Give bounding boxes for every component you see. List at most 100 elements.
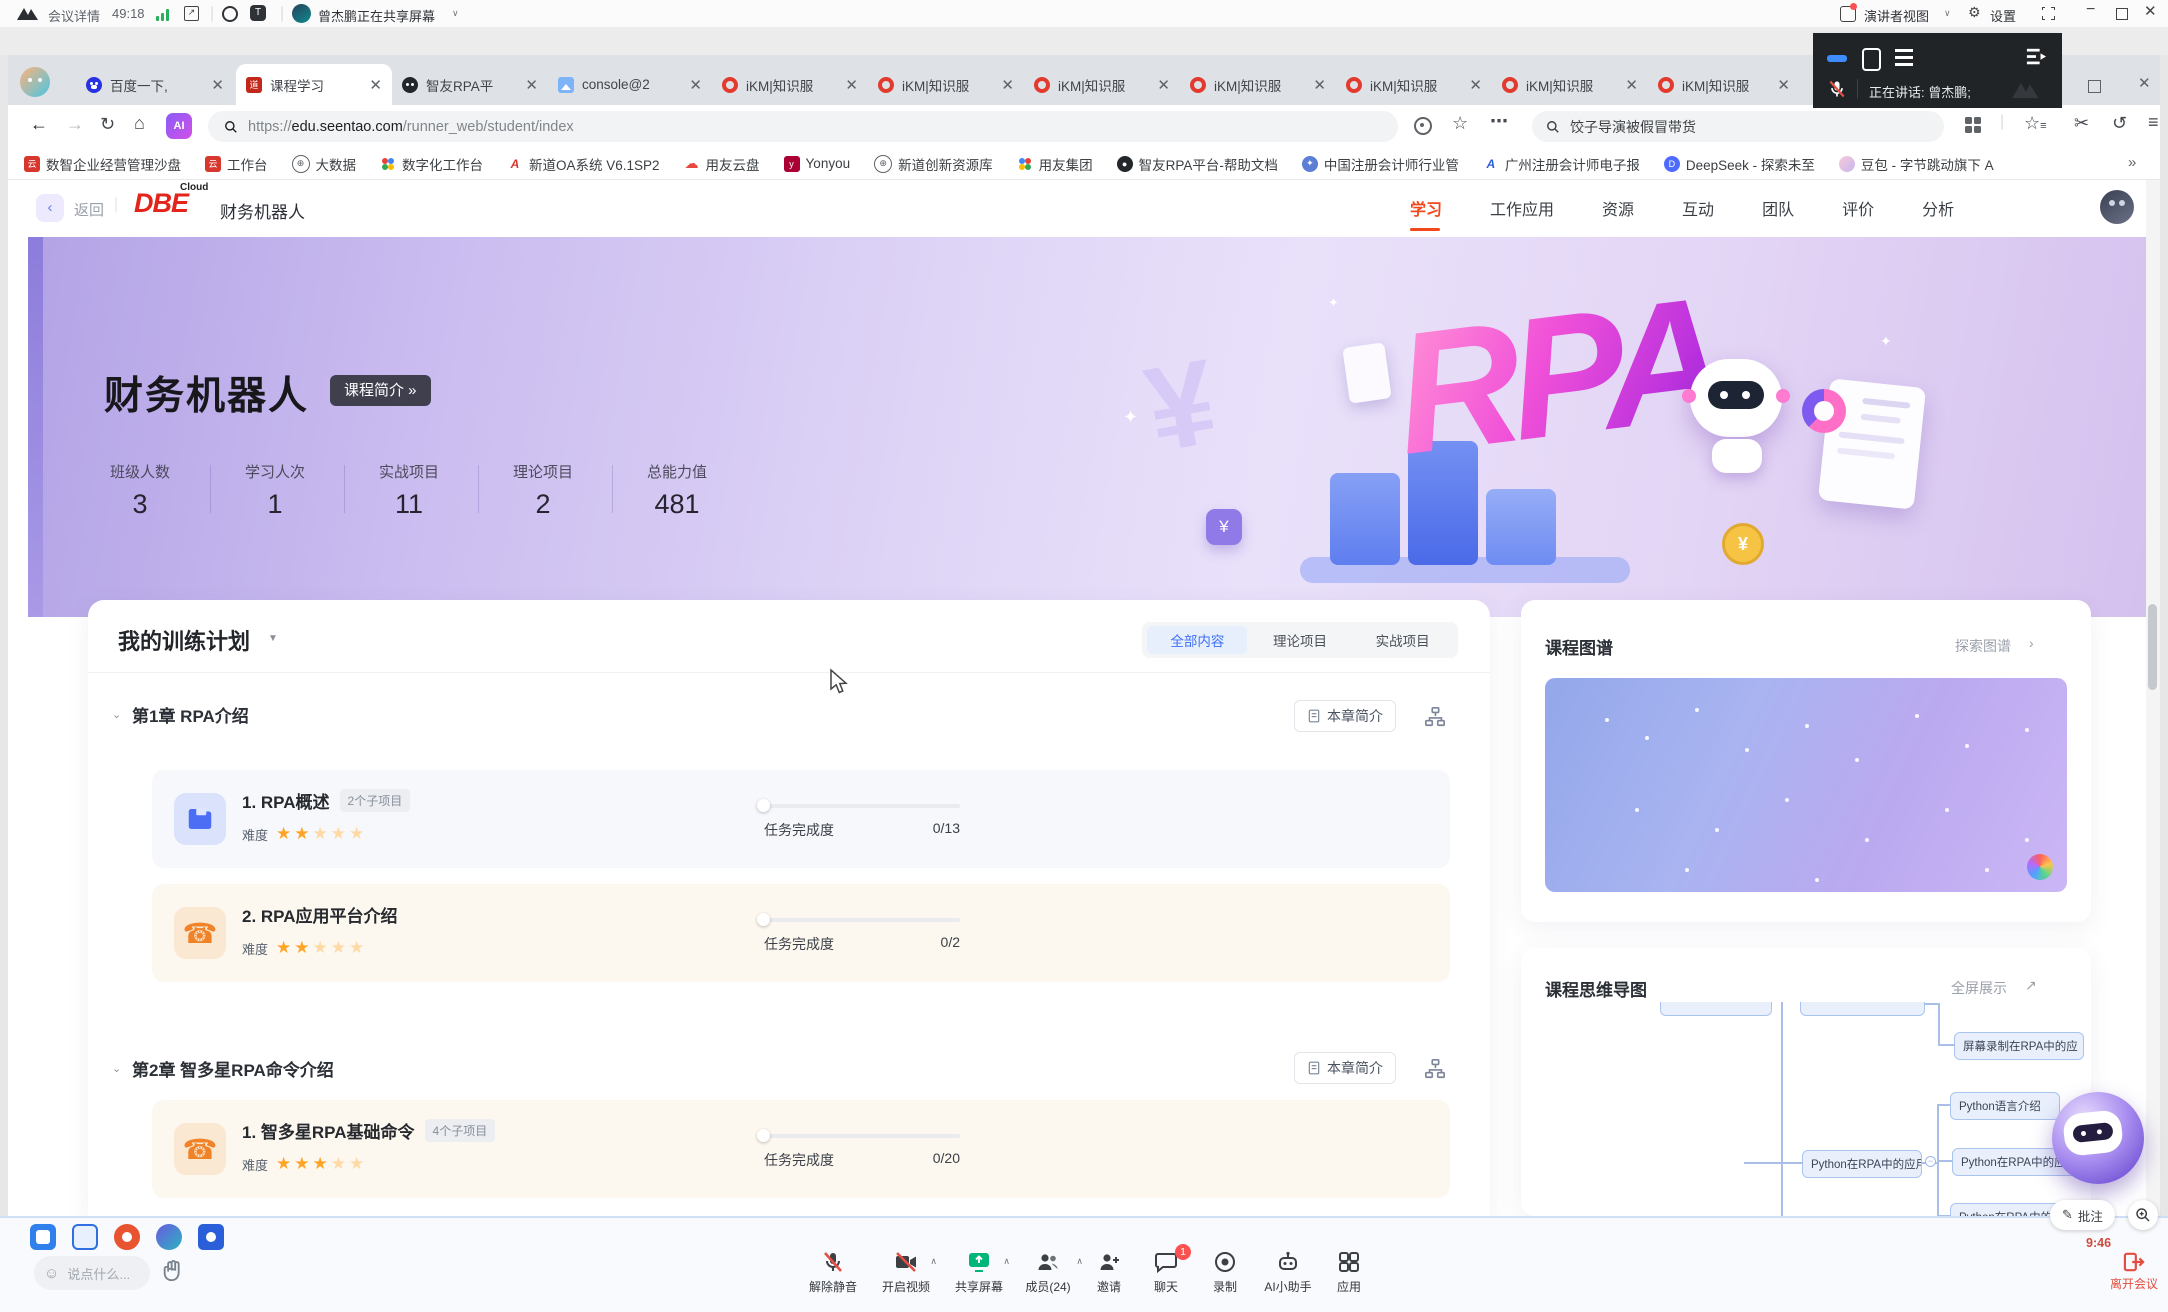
more-options-icon[interactable]: ⋯ (1490, 111, 1508, 132)
home-icon[interactable]: ⌂ (134, 113, 145, 134)
taskbar-app-icon[interactable] (72, 1224, 98, 1250)
close-tab-icon[interactable]: ✕ (211, 76, 224, 94)
nav-resources[interactable]: 资源 (1602, 196, 1634, 220)
back-icon[interactable]: ← (30, 114, 48, 135)
tab-rpa[interactable]: 智友RPA平✕ (392, 64, 548, 105)
close-tab-icon[interactable]: ✕ (689, 76, 702, 94)
pop-out-icon[interactable]: ↗ (184, 6, 199, 21)
bookmark-item[interactable]: 云数智企业经营管理沙盘 (24, 154, 181, 174)
fullscreen-link[interactable]: 全屏展示 (1951, 978, 2007, 998)
tab-course-active[interactable]: 道 课程学习✕ (236, 64, 392, 105)
bookmark-item[interactable]: DDeepSeek - 探索未至 (1664, 154, 1815, 174)
unmute-button[interactable]: 解除静音 (798, 1250, 868, 1295)
meeting-chat-input[interactable]: ☺ 说点什么... (34, 1256, 150, 1290)
close-tab-icon[interactable]: ✕ (1777, 76, 1790, 94)
taskbar-app-icon[interactable] (114, 1224, 140, 1250)
apps-grid-icon[interactable] (1964, 116, 1982, 134)
taskbar-app-icon[interactable] (156, 1224, 182, 1250)
quick-search-box[interactable]: 饺子导演被假冒带货 (1532, 111, 1944, 142)
list-layout-icon[interactable] (1895, 49, 1913, 52)
settings-button[interactable]: 设置 (1990, 6, 2016, 25)
close-tab-icon[interactable]: ✕ (1313, 76, 1326, 94)
nav-evaluation[interactable]: 评价 (1842, 196, 1874, 220)
record-button[interactable]: 录制 (1190, 1250, 1260, 1295)
chapter-intro-button[interactable]: 本章简介 (1294, 1052, 1396, 1084)
bookmark-item[interactable]: 数字化工作台 (380, 154, 483, 174)
speaker-view-button[interactable]: 演讲者视图 (1864, 6, 1929, 25)
user-avatar[interactable] (2100, 190, 2134, 224)
chevron-down-icon[interactable]: ▼ (268, 633, 278, 644)
tab-ikm[interactable]: iKM|知识服✕ (868, 64, 1024, 105)
emoji-icon[interactable]: ☺ (44, 1265, 59, 1282)
collapse-node-icon[interactable]: − (1925, 1156, 1936, 1167)
filter-all[interactable]: 全部内容 (1147, 626, 1247, 654)
explore-graph-link[interactable]: 探索图谱 (1955, 636, 2011, 656)
close-icon[interactable]: ✕ (2144, 2, 2157, 20)
chapter-intro-button[interactable]: 本章简介 (1294, 700, 1396, 732)
mindmap-node[interactable]: Python语言介绍 (1950, 1092, 2060, 1120)
bookmark-item[interactable]: ✦中国注册会计师行业管 (1302, 154, 1459, 174)
sitemap-icon[interactable] (1424, 706, 1446, 728)
page-scrollbar-thumb[interactable] (2148, 604, 2157, 690)
bookmark-item[interactable]: 云工作台 (205, 154, 268, 174)
course-item-card[interactable]: ☎ 2. RPA应用平台介绍 难度★★★★★ 任务完成度 0/2 (152, 884, 1450, 982)
course-item-card[interactable]: ☎ 1. 智多星RPA基础命令4个子项目 难度★★★★★ 任务完成度 0/20 (152, 1100, 1450, 1198)
maximize-icon[interactable] (2116, 8, 2128, 20)
filter-theory[interactable]: 理论项目 (1250, 626, 1350, 654)
nav-interaction[interactable]: 互动 (1682, 196, 1714, 220)
back-label[interactable]: 返回 (74, 199, 104, 220)
sitemap-icon[interactable] (1424, 1058, 1446, 1080)
taskbar-app-icon[interactable] (30, 1224, 56, 1250)
ai-mascot-robot[interactable] (2052, 1092, 2144, 1184)
share-screen-button[interactable]: ∧ 共享屏幕 (944, 1250, 1014, 1295)
bookmark-item[interactable]: A广州注册会计师电子报 (1483, 154, 1640, 174)
leave-meeting-button[interactable]: 离开会议 (2106, 1252, 2162, 1292)
menu-icon[interactable]: ≡ (2148, 112, 2159, 133)
close-tab-icon[interactable]: ✕ (1625, 76, 1638, 94)
course-item-card[interactable]: 1. RPA概述2个子项目 难度★★★★★ 任务完成度 0/13 (152, 770, 1450, 868)
fullscreen-icon[interactable] (2042, 7, 2055, 20)
tab-ikm[interactable]: iKM|知识服✕ (1024, 64, 1180, 105)
history-undo-icon[interactable]: ↺ (2112, 113, 2127, 134)
nav-analysis[interactable]: 分析 (1922, 196, 1954, 220)
bookmark-star-icon[interactable]: ☆ (1452, 113, 1468, 134)
close-tab-icon[interactable]: ✕ (1157, 76, 1170, 94)
back-button[interactable]: ‹ (36, 194, 64, 222)
expand-icon[interactable]: ↗ (2025, 977, 2037, 994)
close-tab-icon[interactable]: ✕ (845, 76, 858, 94)
ai-assistant-button[interactable]: AI (166, 113, 192, 139)
members-button[interactable]: ∧ 成员(24) (1013, 1250, 1083, 1295)
bookmark-item[interactable]: yYonyou (784, 156, 851, 172)
bookmark-item[interactable]: ⊕大数据 (292, 154, 357, 174)
tab-baidu[interactable]: 百度一下,✕ (76, 64, 234, 105)
chevron-up-icon[interactable]: ∧ (930, 1256, 937, 1267)
page-scrollbar-track[interactable] (2146, 180, 2160, 1216)
chevron-up-icon[interactable]: ∧ (1003, 1256, 1010, 1267)
browser-profile-avatar[interactable] (20, 67, 50, 97)
start-video-button[interactable]: ∧ 开启视频 (871, 1250, 941, 1295)
tab-ikm[interactable]: iKM|知识服✕ (1492, 64, 1648, 105)
meeting-details-button[interactable]: 会议详情 (48, 6, 100, 25)
chapter-collapse-icon[interactable]: ⌄ (112, 708, 121, 721)
tab-ikm[interactable]: iKM|知识服✕ (1648, 64, 1800, 105)
record-icon[interactable] (222, 6, 238, 22)
mind-map-canvas[interactable]: 屏幕录制在RPA中的应 Python在RPA中的应用 Python语言介绍 Py… (1521, 1002, 2091, 1216)
close-tab-icon[interactable]: ✕ (1001, 76, 1014, 94)
browser-close-icon[interactable]: ✕ (2138, 74, 2151, 92)
translate-icon[interactable]: T (250, 5, 266, 21)
nav-team[interactable]: 团队 (1762, 196, 1794, 220)
annotate-button[interactable]: ✎ 批注 (2050, 1200, 2115, 1230)
tab-ikm[interactable]: iKM|知识服✕ (1180, 64, 1336, 105)
graph-preview-image[interactable] (1545, 678, 2067, 892)
chapter-collapse-icon[interactable]: ⌄ (112, 1062, 121, 1075)
tab-ikm[interactable]: iKM|知识服✕ (712, 64, 868, 105)
favorites-list-icon[interactable]: ☆≡ (2024, 113, 2047, 134)
bookmark-item[interactable]: ☁用友云盘 (684, 154, 760, 174)
nav-work-apps[interactable]: 工作应用 (1490, 196, 1554, 220)
zoom-button[interactable] (2128, 1200, 2158, 1230)
bookmark-item[interactable]: ⊕新道创新资源库 (874, 154, 993, 174)
bookmarks-overflow-chevron[interactable]: » (2128, 154, 2136, 171)
ai-assistant-button[interactable]: AI小助手 (1253, 1250, 1323, 1295)
bookmark-item[interactable]: 豆包 - 字节跳动旗下 A (1839, 154, 1994, 174)
gear-icon[interactable]: ⚙ (1968, 4, 1981, 21)
